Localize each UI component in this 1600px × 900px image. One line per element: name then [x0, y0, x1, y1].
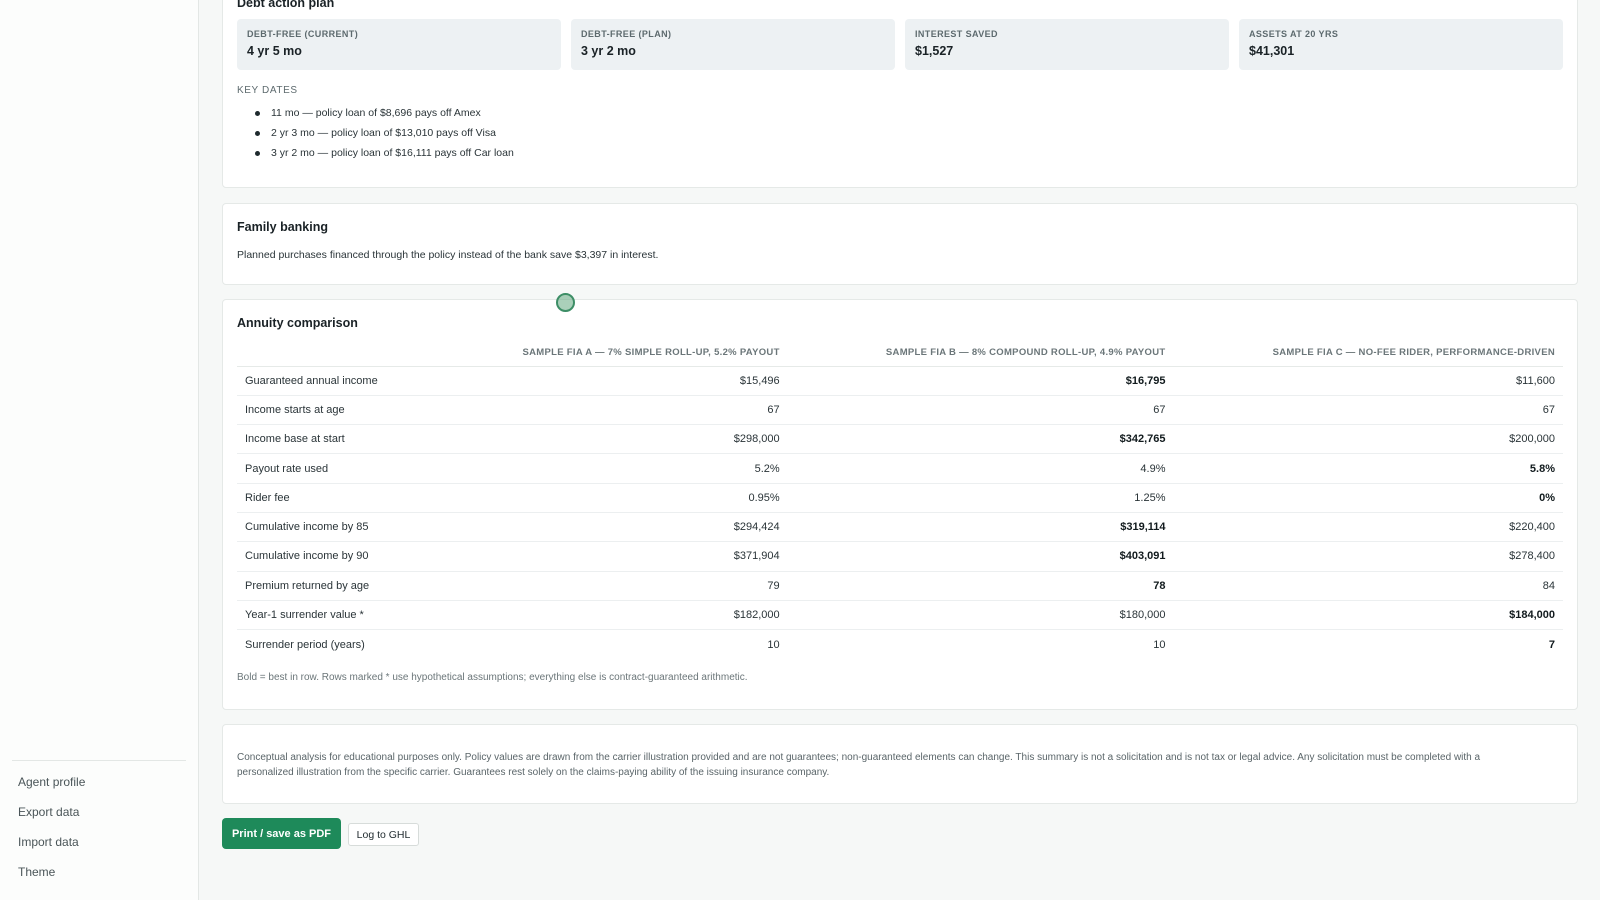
row-label: Cumulative income by 85 [237, 512, 432, 543]
kpi-debt-free-plan: DEBT-FREE (PLAN) 3 yr 2 mo [571, 19, 895, 70]
sidebar: Agent profile Export data Import data Th… [0, 0, 199, 900]
table-cell: $16,795 [787, 366, 1174, 396]
table-row: Year-1 surrender value * $182,000 $180,000… [237, 600, 1563, 631]
table-cell: 4.9% [787, 453, 1174, 484]
sidebar-item-theme[interactable]: Theme [18, 864, 85, 894]
table-row: Rider fee 0.95% 1.25% 0% [237, 483, 1563, 513]
row-label: Premium returned by age [237, 571, 432, 601]
family-banking-summary: Planned purchases financed through the p… [237, 249, 659, 261]
kpi-label: DEBT-FREE (CURRENT) [247, 29, 359, 39]
row-label: Payout rate used [237, 453, 432, 484]
table-cell: $11,600 [1173, 366, 1563, 396]
sidebar-nav: Agent profile Export data Import data Th… [18, 774, 85, 894]
row-label: Year-1 surrender value * [237, 600, 432, 631]
table-cell: 79 [431, 571, 788, 601]
table-cell: $15,496 [431, 366, 788, 396]
table-cell: 7 [1548, 638, 1555, 651]
table-cell: $184,000 [1173, 600, 1563, 631]
row-label: Surrender period (years) [245, 638, 365, 651]
annuity-comparison-card: Annuity comparison SAMPLE FIA A — 7% SIM… [222, 299, 1578, 710]
debt-action-plan-card: Debt action plan DEBT-FREE (CURRENT) 4 y… [222, 0, 1578, 188]
debt-action-plan-title: Debt action plan [237, 0, 335, 10]
table-cell: 67 [1173, 395, 1563, 426]
kpi-assets-20-yrs: ASSETS AT 20 YRS $41,301 [1239, 19, 1563, 70]
table-cell: $182,000 [431, 600, 788, 631]
column-header-fia-c: SAMPLE FIA C — NO-FEE RIDER, PERFORMANCE… [1173, 340, 1563, 367]
kpi-row: DEBT-FREE (CURRENT) 4 yr 5 mo DEBT-FREE … [237, 19, 1563, 70]
kpi-value: $1,527 [915, 44, 954, 58]
column-header-fia-b: SAMPLE FIA B — 8% COMPOUND ROLL-UP, 4.9%… [787, 340, 1174, 367]
kpi-value: 3 yr 2 mo [581, 44, 636, 58]
column-header-fia-a: SAMPLE FIA A — 7% SIMPLE ROLL-UP, 5.2% P… [431, 340, 788, 367]
kpi-debt-free-current: DEBT-FREE (CURRENT) 4 yr 5 mo [237, 19, 561, 70]
key-dates-list: 11 mo — policy loan of $8,696 pays off A… [255, 107, 514, 167]
table-cell: $342,765 [787, 424, 1174, 455]
table-row: Cumulative income by 90 $371,904 $403,091 $… [237, 541, 1563, 572]
kpi-interest-saved: INTEREST SAVED $1,527 [905, 19, 1229, 70]
table-row: Premium returned by age 79 78 84 [237, 571, 1563, 601]
annuity-comparison-table: SAMPLE FIA A — 7% SIMPLE ROLL-UP, 5.2% P… [237, 340, 1563, 659]
table-row: Surrender period (years) 10 10 7 [237, 630, 1563, 659]
table-cell: $200,000 [1173, 424, 1563, 455]
key-date-item: 11 mo — policy loan of $8,696 pays off A… [255, 107, 514, 127]
table-cell: 1.25% [787, 483, 1174, 513]
table-cell: 5.8% [1173, 453, 1563, 484]
row-label: Guaranteed annual income [237, 366, 432, 396]
table-cell: $403,091 [787, 541, 1174, 572]
row-label: Income starts at age [237, 395, 432, 426]
print-save-pdf-button[interactable]: Print / save as PDF [222, 818, 341, 849]
disclaimer-text: Conceptual analysis for educational purp… [237, 752, 1481, 778]
table-cell: $371,904 [431, 541, 788, 572]
table-header-row: SAMPLE FIA A — 7% SIMPLE ROLL-UP, 5.2% P… [237, 340, 1563, 367]
kpi-label: INTEREST SAVED [915, 29, 998, 39]
table-cell: 0% [1173, 483, 1563, 513]
key-date-item: 2 yr 3 mo — policy loan of $13,010 pays … [255, 127, 514, 147]
main-content: Debt action plan DEBT-FREE (CURRENT) 4 y… [199, 0, 1600, 900]
table-cell: 10 [767, 638, 780, 651]
table-cell: 0.95% [431, 483, 788, 513]
table-cell: 84 [1173, 571, 1563, 601]
log-to-ghl-button[interactable]: Log to GHL [348, 823, 419, 846]
table-cell: 5.2% [431, 453, 788, 484]
table-cell: $294,424 [431, 512, 788, 543]
table-header-empty [237, 340, 432, 367]
sidebar-divider [12, 760, 186, 761]
table-row: Payout rate used 5.2% 4.9% 5.8% [237, 453, 1563, 484]
table-cell: 67 [787, 395, 1174, 426]
kpi-label: DEBT-FREE (PLAN) [581, 29, 672, 39]
sidebar-item-agent-profile[interactable]: Agent profile [18, 774, 85, 804]
row-label: Rider fee [237, 483, 432, 513]
annuity-comparison-title: Annuity comparison [237, 316, 358, 330]
table-cell: 78 [787, 571, 1174, 601]
table-row: Cumulative income by 85 $294,424 $319,114 $… [237, 512, 1563, 543]
table-row: Income base at start $298,000 $342,765 $200… [237, 424, 1563, 455]
table-cell: $180,000 [787, 600, 1174, 631]
key-date-item: 3 yr 2 mo — policy loan of $16,111 pays … [255, 147, 514, 167]
table-cell: $220,400 [1173, 512, 1563, 543]
table-cell: 10 [1153, 638, 1166, 651]
annuity-footnote: Bold = best in row. Rows marked * use hy… [237, 672, 748, 683]
table-cell: $298,000 [431, 424, 788, 455]
kpi-value: $41,301 [1249, 44, 1295, 58]
table-cell: $319,114 [787, 512, 1174, 543]
family-banking-card: Family banking Planned purchases finance… [222, 203, 1578, 285]
kpi-label: ASSETS AT 20 YRS [1249, 29, 1339, 39]
row-label: Cumulative income by 90 [237, 541, 432, 572]
table-cell: 67 [431, 395, 788, 426]
table-row: Income starts at age 67 67 67 [237, 395, 1563, 426]
table-cell: $278,400 [1173, 541, 1563, 572]
sidebar-item-import-data[interactable]: Import data [18, 834, 85, 864]
key-dates-label: KEY DATES [237, 85, 298, 96]
row-label: Income base at start [237, 424, 432, 455]
family-banking-title: Family banking [237, 220, 328, 234]
cursor-indicator [556, 293, 575, 312]
table-row: Guaranteed annual income $15,496 $16,795 $1… [237, 366, 1563, 396]
kpi-value: 4 yr 5 mo [247, 44, 302, 58]
disclaimer-card: Conceptual analysis for educational purp… [222, 724, 1578, 804]
sidebar-item-export-data[interactable]: Export data [18, 804, 85, 834]
